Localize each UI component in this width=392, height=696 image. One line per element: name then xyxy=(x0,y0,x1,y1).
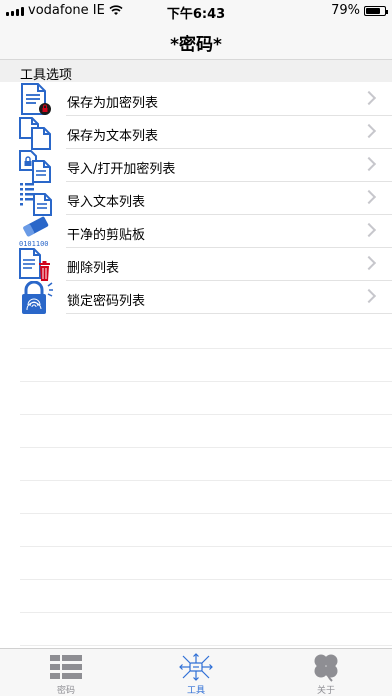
eraser-binary-icon: 0101100 xyxy=(19,216,49,248)
tool-row-clear-clipboard[interactable]: 0101100 干净的剪贴板 xyxy=(0,215,392,248)
chevron-right-icon xyxy=(361,222,377,238)
tool-label: 导入/打开加密列表 xyxy=(67,162,176,177)
chevron-right-icon xyxy=(361,288,377,304)
tool-row-import-encrypted[interactable]: 导入/打开加密列表 xyxy=(0,149,392,183)
tab-label: 工具 xyxy=(186,686,205,696)
section-header-label: 工具选项 xyxy=(20,68,73,83)
separator-line xyxy=(20,513,392,514)
clover-icon xyxy=(314,654,338,682)
encrypted-document-icon xyxy=(21,83,51,115)
separator-line xyxy=(20,447,392,448)
tool-label: 干净的剪贴板 xyxy=(67,228,146,243)
tool-row-save-encrypted[interactable]: 保存为加密列表 xyxy=(0,83,392,116)
separator-line xyxy=(20,579,392,580)
navigation-bar: *密码* xyxy=(0,22,392,60)
list-import-icon xyxy=(20,183,52,216)
tab-tools[interactable]: 工具 xyxy=(156,651,236,696)
section-header: 工具选项 xyxy=(0,60,392,83)
tab-label: 密码 xyxy=(56,686,75,696)
tab-about[interactable]: 关于 xyxy=(286,651,366,696)
tool-label: 导入文本列表 xyxy=(67,195,146,210)
tool-label: 锁定密码列表 xyxy=(67,294,146,309)
delete-list-icon xyxy=(19,248,50,281)
separator-line xyxy=(20,348,392,349)
network-tools-icon xyxy=(179,653,213,681)
battery-percent: 79% xyxy=(331,3,360,18)
page-title: *密码* xyxy=(170,35,222,55)
list-grid-icon xyxy=(50,655,82,679)
chevron-right-icon xyxy=(361,123,377,139)
tab-passwords[interactable]: 密码 xyxy=(26,651,106,696)
separator-line xyxy=(20,414,392,415)
chevron-right-icon xyxy=(361,90,377,106)
battery-icon xyxy=(364,5,388,16)
chevron-right-icon xyxy=(361,255,377,271)
tool-row-lock-list[interactable]: 锁定密码列表 xyxy=(0,281,392,314)
separator-line xyxy=(20,546,392,547)
separator-line xyxy=(20,612,392,613)
separator-line xyxy=(20,645,392,646)
chevron-right-icon xyxy=(361,156,377,172)
tool-label: 保存为加密列表 xyxy=(67,96,159,111)
battery-fill xyxy=(366,7,381,14)
status-right: 79% xyxy=(331,3,388,18)
tab-label: 关于 xyxy=(316,686,335,696)
fingerprint-lock-icon xyxy=(22,281,53,314)
chevron-right-icon xyxy=(361,189,377,205)
svg-text:0101100: 0101100 xyxy=(19,240,49,248)
status-bar: vodafone IE 下午6:43 79% xyxy=(0,0,392,22)
separator-line xyxy=(20,381,392,382)
locked-documents-icon xyxy=(19,150,51,183)
separator-line xyxy=(20,480,392,481)
tools-list: 保存为加密列表 保存为文本列表 导入/打开加密列表 导入文本列表 0101100… xyxy=(0,83,392,314)
tool-row-save-text[interactable]: 保存为文本列表 xyxy=(0,116,392,150)
tool-row-delete-list[interactable]: 删除列表 xyxy=(0,248,392,281)
tool-label: 删除列表 xyxy=(67,261,120,276)
copy-documents-icon xyxy=(19,117,51,150)
tool-label: 保存为文本列表 xyxy=(67,129,159,144)
tool-row-import-text[interactable]: 导入文本列表 xyxy=(0,182,392,216)
tab-bar: 密码 工具 关于 xyxy=(0,648,392,696)
